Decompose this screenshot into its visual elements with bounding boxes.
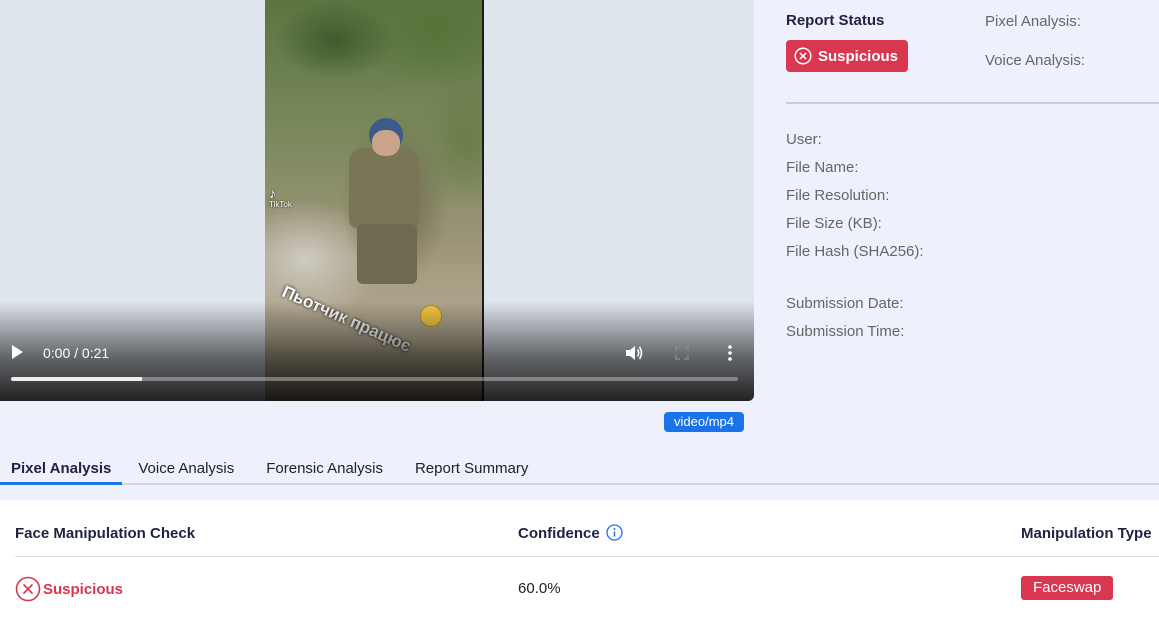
user-label: User: (786, 131, 822, 148)
mime-type-badge: video/mp4 (664, 412, 744, 432)
x-circle-icon (794, 47, 812, 65)
video-progress-bar[interactable] (11, 377, 738, 381)
x-circle-icon (15, 576, 41, 602)
pixel-analysis-label: Pixel Analysis: (985, 13, 1081, 30)
face-check-result: Suspicious (15, 576, 123, 602)
tab-voice-analysis[interactable]: Voice Analysis (127, 454, 245, 485)
header-face-manipulation-check: Face Manipulation Check (15, 525, 196, 542)
submission-date-label: Submission Date: (786, 295, 904, 312)
file-hash-label: File Hash (SHA256): (786, 243, 924, 260)
play-button[interactable] (12, 345, 23, 359)
video-subject-legs (357, 224, 417, 284)
video-subject-face (372, 130, 400, 156)
manipulation-type-badge: Faceswap (1021, 576, 1114, 600)
more-options-icon[interactable] (722, 344, 738, 362)
volume-icon[interactable] (625, 345, 643, 361)
tiktok-icon: ♪ (269, 185, 276, 201)
analysis-tabs: Pixel Analysis Voice Analysis Forensic A… (0, 454, 1159, 485)
face-check-result-label: Suspicious (43, 580, 124, 598)
info-icon[interactable] (606, 524, 623, 541)
table-divider (15, 556, 1159, 557)
results-panel: Face Manipulation Check Confidence Manip… (0, 500, 1159, 622)
confidence-value: 60.0% (518, 580, 561, 597)
header-confidence: Confidence (518, 525, 600, 542)
submission-time-label: Submission Time: (786, 323, 905, 340)
report-status-badge: Suspicious (786, 40, 909, 72)
report-status-title: Report Status (786, 12, 885, 29)
header-manipulation-type: Manipulation Type (1021, 525, 1152, 542)
tab-forensic-analysis[interactable]: Forensic Analysis (255, 454, 394, 485)
voice-analysis-label: Voice Analysis: (985, 52, 1086, 69)
tiktok-watermark: ♪ TikTok (269, 186, 292, 209)
time-display: 0:00 / 0:21 (43, 345, 110, 361)
metadata-divider (786, 102, 1159, 104)
report-status-value: Suspicious (818, 47, 899, 65)
file-name-label: File Name: (786, 159, 859, 176)
tab-pixel-analysis[interactable]: Pixel Analysis (0, 454, 123, 485)
file-resolution-label: File Resolution: (786, 187, 890, 204)
tiktok-watermark-label: TikTok (269, 200, 292, 209)
tab-report-summary[interactable]: Report Summary (404, 454, 539, 485)
video-subject-body (349, 148, 419, 228)
file-size-label: File Size (KB): (786, 215, 882, 232)
fullscreen-icon[interactable] (675, 346, 689, 360)
video-progress-fill (11, 377, 142, 381)
video-player[interactable]: ♪ TikTok Пьотчик працює 0:00 / 0:21 (0, 0, 754, 401)
